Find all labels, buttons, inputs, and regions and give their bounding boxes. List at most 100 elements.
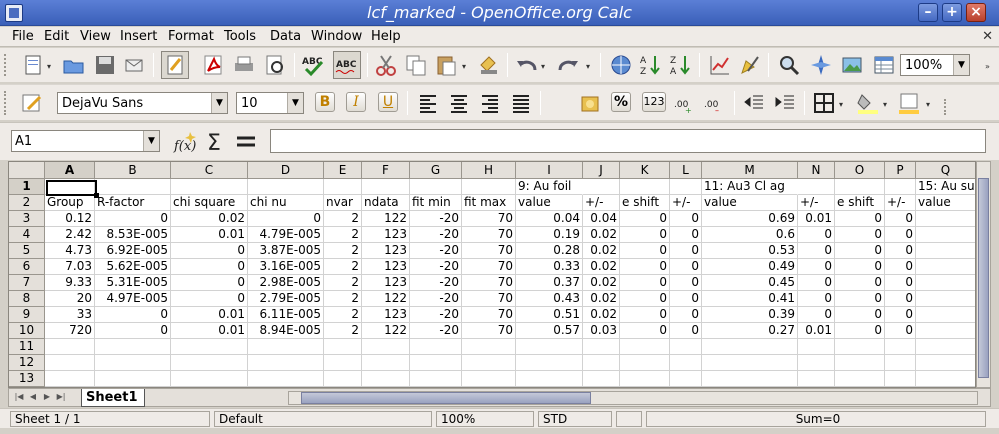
cell-n2[interactable]: +/-	[798, 195, 835, 211]
cell-g5[interactable]: -20	[410, 243, 462, 259]
column-header-i[interactable]: I	[516, 162, 583, 179]
cell-n4[interactable]: 0	[798, 227, 835, 243]
open-icon[interactable]	[62, 53, 86, 77]
cell-i12[interactable]	[516, 355, 583, 371]
cell-o5[interactable]: 0	[835, 243, 885, 259]
cell-d8[interactable]: 2.79E-005	[248, 291, 324, 307]
cell-c2[interactable]: chi square	[171, 195, 248, 211]
cell-a10[interactable]: 720	[45, 323, 95, 339]
cell-n12[interactable]	[798, 355, 835, 371]
cell-c9[interactable]: 0.01	[171, 307, 248, 323]
zoom-combo[interactable]: 100% ▼	[900, 54, 970, 76]
copy-icon[interactable]	[404, 53, 428, 77]
cell-d13[interactable]	[248, 371, 324, 387]
cell-q2[interactable]: value	[916, 195, 975, 211]
cell-g13[interactable]	[410, 371, 462, 387]
close-window-button[interactable]: ×	[966, 3, 986, 22]
row-header-2[interactable]: 2	[9, 195, 45, 211]
cell-j8[interactable]: 0.02	[583, 291, 620, 307]
cell-o2[interactable]: e shift	[835, 195, 885, 211]
increase-indent-icon[interactable]	[774, 91, 798, 115]
chevron-down-icon[interactable]: ▼	[143, 131, 159, 151]
chevron-down-icon[interactable]: ▼	[953, 55, 969, 75]
cell-n1[interactable]	[798, 179, 835, 195]
hyperlink-icon[interactable]	[609, 53, 633, 77]
cell-h5[interactable]: 70	[462, 243, 516, 259]
cell-j4[interactable]: 0.02	[583, 227, 620, 243]
cell-e7[interactable]: 2	[324, 275, 362, 291]
cell-k13[interactable]	[620, 371, 670, 387]
vertical-scrollbar[interactable]	[976, 161, 991, 388]
menu-help[interactable]: Help	[371, 29, 401, 44]
cell-g2[interactable]: fit min	[410, 195, 462, 211]
sort-ascending-icon[interactable]: AZ	[639, 53, 663, 77]
row-header-8[interactable]: 8	[9, 291, 45, 307]
borders-icon[interactable]	[812, 91, 836, 115]
cell-e6[interactable]: 2	[324, 259, 362, 275]
cell-d9[interactable]: 6.11E-005	[248, 307, 324, 323]
cell-d4[interactable]: 4.79E-005	[248, 227, 324, 243]
cell-g9[interactable]: -20	[410, 307, 462, 323]
spellcheck-icon[interactable]: ABC	[302, 53, 326, 77]
cell-o7[interactable]: 0	[835, 275, 885, 291]
cell-h13[interactable]	[462, 371, 516, 387]
menu-insert[interactable]: Insert	[120, 29, 157, 44]
export-pdf-icon[interactable]	[201, 53, 225, 77]
cell-a7[interactable]: 9.33	[45, 275, 95, 291]
cell-k1[interactable]	[620, 179, 670, 195]
horizontal-scrollbar[interactable]	[288, 391, 978, 405]
minimize-button[interactable]: –	[918, 3, 938, 22]
cell-a4[interactable]: 2.42	[45, 227, 95, 243]
cell-e5[interactable]: 2	[324, 243, 362, 259]
cell-k4[interactable]: 0	[620, 227, 670, 243]
cell-q6[interactable]	[916, 259, 975, 275]
cell-d11[interactable]	[248, 339, 324, 355]
column-header-h[interactable]: H	[462, 162, 516, 179]
cell-p11[interactable]	[885, 339, 916, 355]
decrease-indent-icon[interactable]	[743, 91, 767, 115]
background-color-icon[interactable]	[856, 91, 880, 115]
cell-a12[interactable]	[45, 355, 95, 371]
cell-g3[interactable]: -20	[410, 211, 462, 227]
cell-o8[interactable]: 0	[835, 291, 885, 307]
cell-p8[interactable]: 0	[885, 291, 916, 307]
chart-icon[interactable]	[708, 53, 732, 77]
font-color-icon[interactable]	[897, 91, 921, 115]
cell-n9[interactable]: 0	[798, 307, 835, 323]
cell-k9[interactable]: 0	[620, 307, 670, 323]
prev-sheet-icon[interactable]: ◀	[27, 392, 39, 404]
cell-i10[interactable]: 0.57	[516, 323, 583, 339]
cell-q1[interactable]: 15: Au su	[916, 179, 975, 195]
paste-dropdown-icon[interactable]: ▾	[462, 62, 470, 71]
cell-g7[interactable]: -20	[410, 275, 462, 291]
cell-m1[interactable]: 11: Au3 Cl ag	[702, 179, 798, 195]
cell-m13[interactable]	[702, 371, 798, 387]
cell-b8[interactable]: 4.97E-005	[95, 291, 171, 307]
cell-k7[interactable]: 0	[620, 275, 670, 291]
cell-m12[interactable]	[702, 355, 798, 371]
cell-j5[interactable]: 0.02	[583, 243, 620, 259]
column-header-p[interactable]: P	[885, 162, 916, 179]
styles-formatting-icon[interactable]	[20, 91, 44, 115]
cell-g1[interactable]	[410, 179, 462, 195]
cell-l5[interactable]: 0	[670, 243, 702, 259]
cell-f4[interactable]: 123	[362, 227, 410, 243]
row-header-4[interactable]: 4	[9, 227, 45, 243]
cell-j1[interactable]	[583, 179, 620, 195]
cell-k5[interactable]: 0	[620, 243, 670, 259]
column-header-o[interactable]: O	[835, 162, 885, 179]
show-draw-functions-icon[interactable]	[738, 53, 762, 77]
cell-e2[interactable]: nvar	[324, 195, 362, 211]
align-left-icon[interactable]	[416, 91, 440, 115]
cell-i13[interactable]	[516, 371, 583, 387]
cell-b7[interactable]: 5.31E-005	[95, 275, 171, 291]
toolbar-end-grip[interactable]	[944, 99, 948, 115]
first-sheet-icon[interactable]: |◀	[13, 392, 25, 404]
cell-c1[interactable]	[171, 179, 248, 195]
cell-p7[interactable]: 0	[885, 275, 916, 291]
new-dropdown-icon[interactable]: ▾	[47, 62, 55, 71]
cell-n11[interactable]	[798, 339, 835, 355]
cell-p3[interactable]: 0	[885, 211, 916, 227]
chevron-down-icon[interactable]: ▼	[287, 93, 303, 113]
cell-q3[interactable]	[916, 211, 975, 227]
